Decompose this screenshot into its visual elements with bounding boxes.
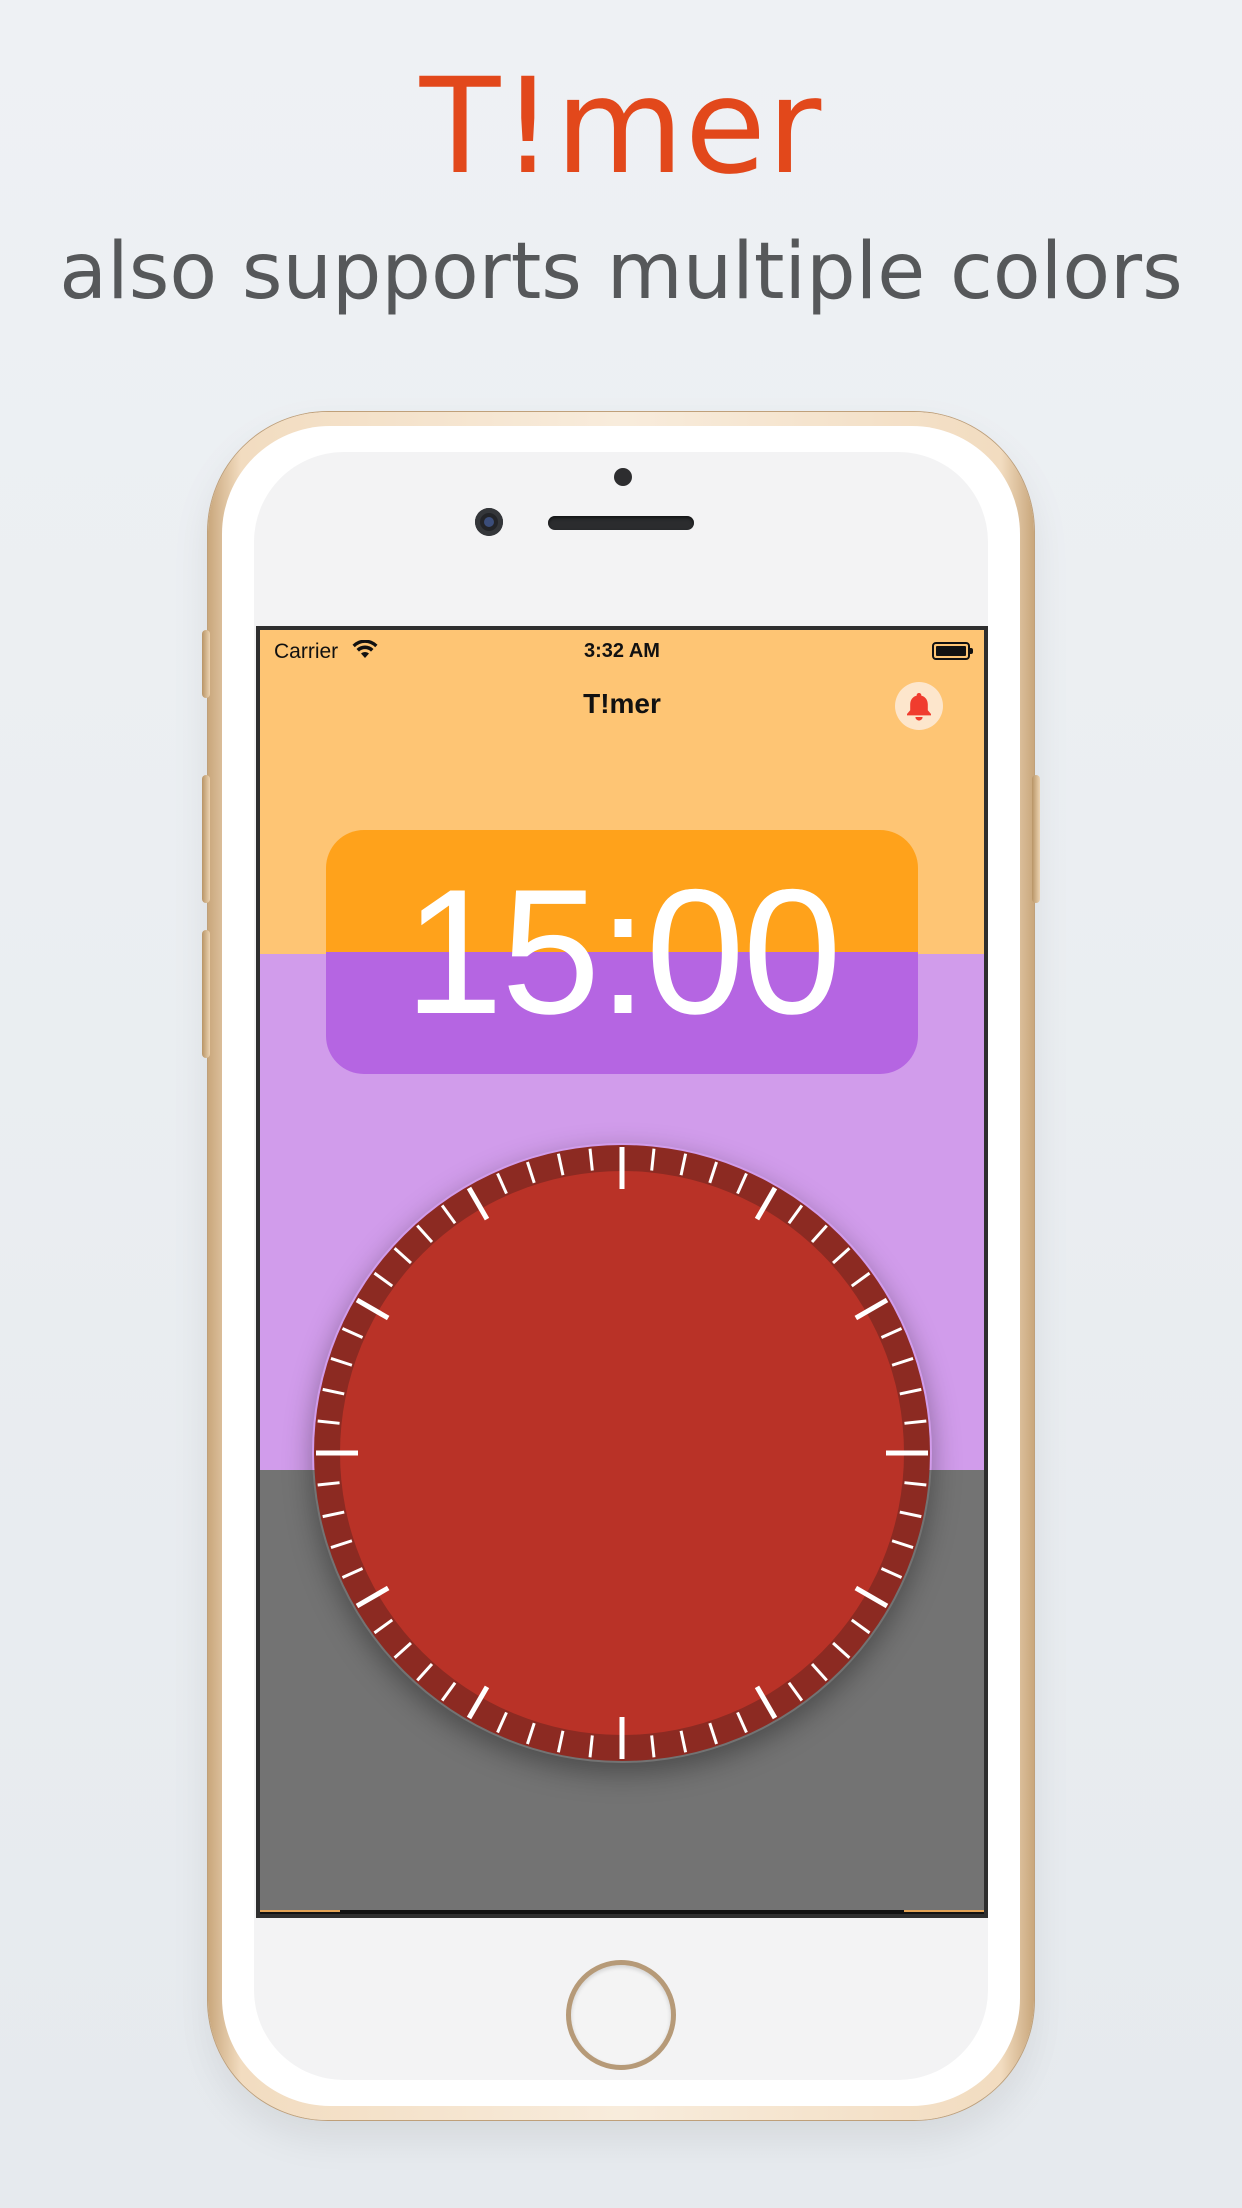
battery-icon <box>932 642 973 660</box>
promo-subtitle: also supports multiple colors <box>59 227 1183 317</box>
earpiece-speaker <box>548 516 694 530</box>
phone-screen: Carrier 3:32 AM T!mer 15:00 <box>256 626 988 1918</box>
mute-switch <box>202 630 210 698</box>
front-camera-icon <box>475 508 503 536</box>
screen-bottom-edge <box>260 1910 984 1914</box>
power-button <box>1032 775 1040 903</box>
status-bar: Carrier 3:32 AM <box>260 630 984 674</box>
app-screen: Carrier 3:32 AM T!mer 15:00 <box>260 630 984 1914</box>
promo-title: T!mer <box>419 50 823 204</box>
proximity-sensor <box>614 468 632 486</box>
timer-dial[interactable] <box>312 1143 932 1763</box>
alarm-bell-button[interactable] <box>895 682 943 730</box>
home-button[interactable] <box>566 1960 676 2070</box>
status-time: 3:32 AM <box>584 640 660 662</box>
nav-title: T!mer <box>583 688 661 719</box>
volume-up-button <box>202 775 210 903</box>
timer-display: 15:00 <box>404 852 841 1051</box>
timer-display-panel[interactable]: 15:00 <box>326 830 918 1074</box>
bell-icon <box>907 693 931 721</box>
dial-shadow <box>312 1143 932 1763</box>
volume-down-button <box>202 930 210 1058</box>
